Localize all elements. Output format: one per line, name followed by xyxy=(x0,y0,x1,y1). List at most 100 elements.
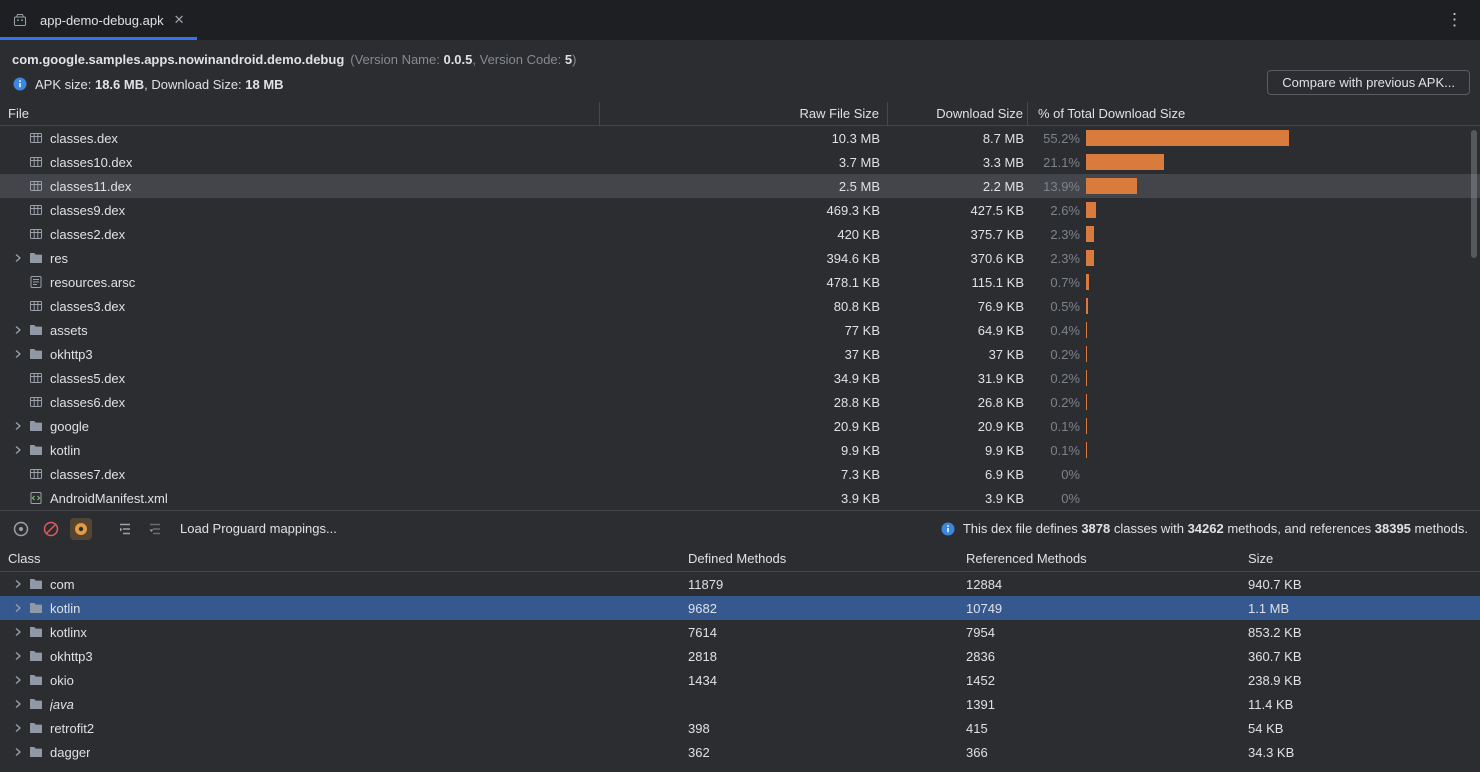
file-cell: google xyxy=(0,414,600,438)
column-header-file[interactable]: File xyxy=(0,102,600,125)
class-row[interactable]: java139111.4 KB xyxy=(0,692,1480,716)
chevron-right-icon[interactable] xyxy=(8,696,28,712)
pct-of-total-cell: 0.1% xyxy=(1028,438,1080,462)
tab-label: app-demo-debug.apk xyxy=(40,13,164,28)
download-pct-bar xyxy=(1086,370,1087,386)
download-size-cell: 3.3 MB xyxy=(888,150,1028,174)
raw-file-size-cell: 20.9 KB xyxy=(600,414,888,438)
folder-icon xyxy=(28,418,44,434)
defined-methods-cell: 11879 xyxy=(680,572,958,596)
chevron-right-icon[interactable] xyxy=(8,346,28,362)
dex-file-icon xyxy=(28,202,44,218)
manifest-file-icon xyxy=(28,490,44,506)
file-row[interactable]: classes.dex10.3 MB8.7 MB55.2% xyxy=(0,126,1480,150)
package-folder-icon xyxy=(28,624,44,640)
chevron-right-icon[interactable] xyxy=(8,744,28,760)
raw-file-size-cell: 9.9 KB xyxy=(600,438,888,462)
download-size-cell: 8.7 MB xyxy=(888,126,1028,150)
file-row[interactable]: classes3.dex80.8 KB76.9 KB0.5% xyxy=(0,294,1480,318)
show-referenced-nodes-icon[interactable] xyxy=(70,518,92,540)
column-header-pct-download[interactable]: % of Total Download Size xyxy=(1028,102,1480,125)
folder-icon xyxy=(28,346,44,362)
chevron-right-icon[interactable] xyxy=(8,576,28,592)
size-cell: 11.4 KB xyxy=(1240,692,1480,716)
raw-file-size-cell: 420 KB xyxy=(600,222,888,246)
class-name: kotlinx xyxy=(50,625,87,640)
dex-file-icon xyxy=(28,394,44,410)
download-size-cell: 375.7 KB xyxy=(888,222,1028,246)
more-options-icon[interactable]: ⋮ xyxy=(1430,0,1480,40)
pct-bar-cell xyxy=(1080,486,1480,510)
chevron-right-icon[interactable] xyxy=(8,648,28,664)
chevron-right-icon[interactable] xyxy=(8,624,28,640)
class-row[interactable]: retrofit239841554 KB xyxy=(0,716,1480,740)
class-name: dagger xyxy=(50,745,90,760)
chevron-right-icon[interactable] xyxy=(8,322,28,338)
file-table-header: File Raw File Size Download Size % of To… xyxy=(0,102,1480,126)
chevron-right-icon[interactable] xyxy=(8,720,28,736)
class-row[interactable]: okio14341452238.9 KB xyxy=(0,668,1480,692)
raw-file-size-cell: 28.8 KB xyxy=(600,390,888,414)
column-header-raw-size[interactable]: Raw File Size xyxy=(600,102,888,125)
file-row[interactable]: classes9.dex469.3 KB427.5 KB2.6% xyxy=(0,198,1480,222)
file-name: resources.arsc xyxy=(50,275,135,290)
compare-previous-apk-button[interactable]: Compare with previous APK... xyxy=(1267,70,1470,95)
file-cell: classes2.dex xyxy=(0,222,600,246)
class-row[interactable]: dagger36236634.3 KB xyxy=(0,740,1480,764)
chevron-right-icon[interactable] xyxy=(8,418,28,434)
file-row[interactable]: google20.9 KB20.9 KB0.1% xyxy=(0,414,1480,438)
package-folder-icon xyxy=(28,744,44,760)
file-table-scrollbar[interactable] xyxy=(1471,130,1477,258)
file-row[interactable]: okhttp337 KB37 KB0.2% xyxy=(0,342,1480,366)
file-row[interactable]: resources.arsc478.1 KB115.1 KB0.7% xyxy=(0,270,1480,294)
file-row[interactable]: classes11.dex2.5 MB2.2 MB13.9% xyxy=(0,174,1480,198)
chevron-right-icon[interactable] xyxy=(8,600,28,616)
close-tab-icon[interactable]: ✕ xyxy=(174,12,185,28)
column-header-class[interactable]: Class xyxy=(0,551,680,566)
class-row[interactable]: kotlin9682107491.1 MB xyxy=(0,596,1480,620)
class-name: okio xyxy=(50,673,74,688)
file-name: classes5.dex xyxy=(50,371,125,386)
column-header-size[interactable]: Size xyxy=(1240,551,1480,566)
download-size-cell: 37 KB xyxy=(888,342,1028,366)
column-header-referenced-methods[interactable]: Referenced Methods xyxy=(958,551,1240,566)
file-name: okhttp3 xyxy=(50,347,93,362)
dex-file-icon xyxy=(28,298,44,314)
download-size-cell: 26.8 KB xyxy=(888,390,1028,414)
referenced-methods-cell: 415 xyxy=(958,716,1240,740)
pct-bar-cell xyxy=(1080,246,1480,270)
pct-of-total-cell: 0.7% xyxy=(1028,270,1080,294)
chevron-right-icon[interactable] xyxy=(8,442,28,458)
file-name: assets xyxy=(50,323,88,338)
file-row[interactable]: classes7.dex7.3 KB6.9 KB0% xyxy=(0,462,1480,486)
class-row[interactable]: okhttp328182836360.7 KB xyxy=(0,644,1480,668)
class-row[interactable]: kotlinx76147954853.2 KB xyxy=(0,620,1480,644)
pct-bar-cell xyxy=(1080,294,1480,318)
file-row[interactable]: res394.6 KB370.6 KB2.3% xyxy=(0,246,1480,270)
tab-apk-analyzer[interactable]: app-demo-debug.apk ✕ xyxy=(0,0,197,40)
file-row[interactable]: classes6.dex28.8 KB26.8 KB0.2% xyxy=(0,390,1480,414)
file-cell: classes5.dex xyxy=(0,366,600,390)
load-proguard-mappings-link[interactable]: Load Proguard mappings... xyxy=(180,521,337,536)
collapse-all-icon[interactable] xyxy=(144,518,166,540)
chevron-right-icon[interactable] xyxy=(8,672,28,688)
version-name-label: (Version Name: xyxy=(350,52,443,67)
column-header-download-size[interactable]: Download Size xyxy=(888,102,1028,125)
chevron-right-icon[interactable] xyxy=(8,250,28,266)
class-row[interactable]: com1187912884940.7 KB xyxy=(0,572,1480,596)
file-row[interactable]: AndroidManifest.xml3.9 KB3.9 KB0% xyxy=(0,486,1480,510)
file-row[interactable]: classes5.dex34.9 KB31.9 KB0.2% xyxy=(0,366,1480,390)
show-removed-nodes-icon[interactable] xyxy=(40,518,62,540)
file-row[interactable]: kotlin9.9 KB9.9 KB0.1% xyxy=(0,438,1480,462)
file-cell: classes.dex xyxy=(0,126,600,150)
defined-methods-cell: 2818 xyxy=(680,644,958,668)
column-header-defined-methods[interactable]: Defined Methods xyxy=(680,551,958,566)
download-size-cell: 20.9 KB xyxy=(888,414,1028,438)
pct-bar-cell xyxy=(1080,198,1480,222)
file-row[interactable]: classes10.dex3.7 MB3.3 MB21.1% xyxy=(0,150,1480,174)
file-row[interactable]: assets77 KB64.9 KB0.4% xyxy=(0,318,1480,342)
file-cell: classes9.dex xyxy=(0,198,600,222)
expand-all-icon[interactable] xyxy=(114,518,136,540)
file-row[interactable]: classes2.dex420 KB375.7 KB2.3% xyxy=(0,222,1480,246)
show-fields-icon[interactable] xyxy=(10,518,32,540)
